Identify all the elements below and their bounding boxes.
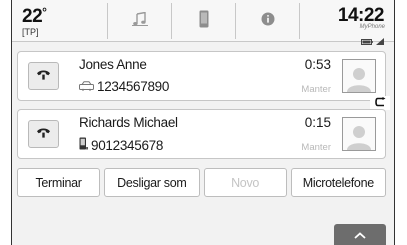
call-actions: Terminar Desligar som Novo Microtelefone [17, 168, 386, 197]
mute-button[interactable]: Desligar som [104, 168, 200, 197]
tab-audio[interactable] [107, 3, 171, 39]
contact-avatar-icon [342, 59, 376, 93]
info-icon [261, 12, 275, 31]
connectivity-indicators [361, 32, 384, 50]
call-card-2[interactable]: Richards Michael 9012345678 0:15 Manter [17, 109, 386, 159]
temperature-display: 22° [22, 5, 47, 28]
caller-number-value: 9012345678 [91, 137, 164, 153]
carrier-name: MyPhone [359, 24, 385, 30]
caller-number-value: 1234567890 [97, 79, 170, 94]
contact-avatar-icon [342, 117, 376, 151]
tab-info[interactable] [235, 3, 300, 39]
caller-number: 1234567890 [79, 79, 169, 94]
caller-name: Jones Anne [79, 57, 147, 72]
car-phone-icon [79, 79, 94, 94]
expand-button[interactable] [334, 224, 386, 245]
swap-calls-button[interactable] [370, 96, 390, 110]
mobile-phone-icon [79, 137, 88, 153]
call-duration: 0:53 [304, 57, 331, 72]
end-call-button[interactable]: Terminar [17, 168, 101, 197]
infotainment-screen: 22° [TP] 14:22 MyPhone Jones Anne 123456… [11, 0, 395, 245]
call-control-button[interactable] [28, 62, 59, 90]
tab-phone[interactable] [171, 3, 235, 39]
temperature-unit: ° [42, 5, 47, 19]
signal-strength-icon [376, 32, 384, 50]
battery-icon [361, 32, 373, 50]
handset-button[interactable]: Microtelefone [290, 168, 386, 197]
hold-label[interactable]: Manter [301, 142, 331, 153]
new-call-button[interactable]: Novo [203, 168, 287, 197]
call-duration: 0:15 [304, 115, 331, 130]
phone-handset-icon [36, 125, 51, 143]
temperature-value: 22 [22, 6, 43, 27]
phone-device-icon [199, 10, 209, 33]
call-control-button[interactable] [28, 120, 59, 148]
status-bar: 22° [TP] 14:22 MyPhone [12, 0, 394, 45]
caller-number: 9012345678 [79, 137, 163, 153]
caller-name: Richards Michael [79, 115, 178, 130]
call-card-1[interactable]: Jones Anne 1234567890 0:53 Manter [17, 51, 386, 101]
music-note-icon [131, 11, 148, 31]
phone-handset-icon [36, 67, 51, 85]
chevron-up-icon [354, 226, 366, 244]
hold-label[interactable]: Manter [301, 84, 331, 95]
traffic-program-indicator: [TP] [22, 27, 39, 37]
status-tabs [107, 3, 300, 39]
